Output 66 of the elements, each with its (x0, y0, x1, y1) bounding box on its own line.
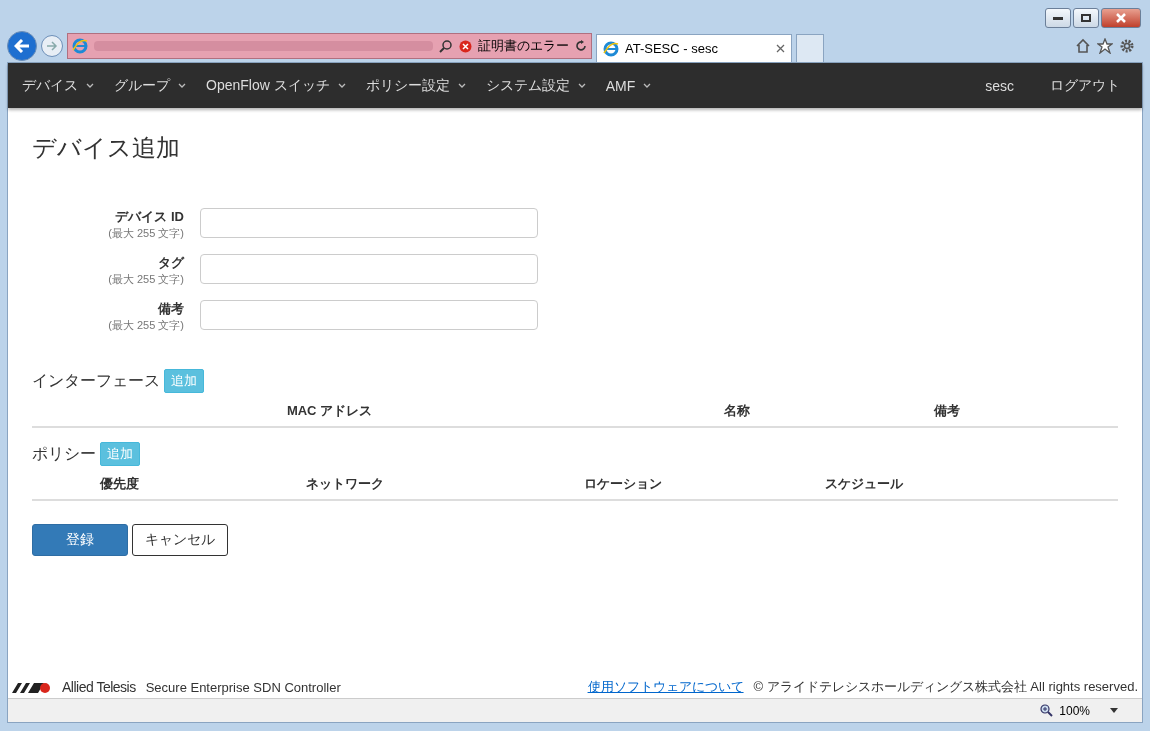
caret-icon (86, 83, 94, 88)
column-header: 名称 (723, 402, 751, 420)
nav-menu[interactable]: ポリシー設定 (355, 76, 476, 95)
section-title: ポリシー (32, 443, 96, 464)
close-button[interactable] (1101, 8, 1141, 28)
brand-logo-icon (12, 681, 52, 693)
close-icon (1116, 13, 1126, 23)
back-button[interactable] (7, 31, 37, 61)
column-header: 備考 (932, 402, 961, 420)
column-header: ロケーション (583, 475, 663, 493)
star-icon (1097, 38, 1113, 54)
browser-tab[interactable]: AT-SESC - sesc (596, 34, 792, 62)
field-hint: (最大 255 文字) (108, 226, 184, 241)
brand-name: Allied Telesis (62, 679, 136, 695)
page-title: デバイス追加 (32, 133, 181, 163)
input-field[interactable] (200, 254, 538, 284)
address-bar[interactable]: 証明書のエラー (67, 33, 592, 59)
error-icon (459, 39, 472, 53)
cancel-button[interactable]: キャンセル (132, 524, 228, 556)
certificate-error-status[interactable]: 証明書のエラー (478, 37, 569, 55)
refresh-icon (575, 40, 587, 52)
field-hint: (最大 255 文字) (108, 272, 184, 287)
caret-icon (178, 83, 186, 88)
minimize-button[interactable] (1045, 8, 1071, 28)
browser-logo-icon (603, 40, 619, 57)
close-tab-icon (776, 44, 785, 53)
nav-menu[interactable]: システム設定 (475, 76, 596, 95)
software-link[interactable]: 使用ソフトウェアについて (587, 678, 744, 696)
settings-icon (1119, 38, 1135, 54)
product-name: Secure Enterprise SDN Controller (145, 679, 341, 695)
column-header: MAC アドレス (285, 402, 374, 420)
home-icon (1075, 38, 1091, 54)
maximize-icon (1081, 14, 1091, 22)
input-field[interactable] (200, 300, 538, 330)
forward-arrow-icon (46, 41, 58, 51)
browser-logo-icon (72, 38, 88, 54)
minimize-icon (1053, 16, 1063, 20)
user-link[interactable]: sesc (967, 77, 1032, 94)
column-header: 優先度 (98, 475, 140, 493)
input-field[interactable] (200, 208, 538, 238)
caret-icon (337, 83, 346, 88)
logout-link[interactable]: ログアウト (1032, 76, 1138, 95)
nav-menu[interactable]: OpenFlow スイッチ (196, 76, 356, 95)
field-hint: (最大 255 文字) (108, 318, 184, 333)
dropdown-icon (1110, 708, 1118, 713)
submit-button[interactable]: 登録 (32, 524, 128, 556)
zoom-icon (1040, 704, 1054, 717)
field-label: タグ (158, 254, 184, 272)
column-header: スケジュール (824, 475, 904, 493)
caret-icon (577, 83, 586, 88)
nav-menu[interactable]: デバイス (12, 76, 104, 95)
field-label: 備考 (158, 300, 184, 318)
copyright-text: © アライドテレシスホールディングス株式会社 All rights reserved. (753, 678, 1138, 696)
forward-button[interactable] (41, 35, 63, 57)
zoom-level[interactable]: 100% (1059, 703, 1090, 718)
field-label: デバイス ID (115, 208, 184, 226)
new-tab-button[interactable] (796, 34, 824, 62)
back-arrow-icon (14, 39, 30, 53)
nav-menu[interactable]: AMF (595, 77, 662, 94)
caret-icon (643, 83, 652, 88)
nav-menu[interactable]: グループ (104, 76, 196, 95)
column-header: ネットワーク (304, 475, 385, 493)
maximize-button[interactable] (1073, 8, 1099, 28)
section-title: インターフェース (32, 370, 160, 391)
caret-icon (457, 83, 466, 88)
search-icon (439, 39, 453, 53)
